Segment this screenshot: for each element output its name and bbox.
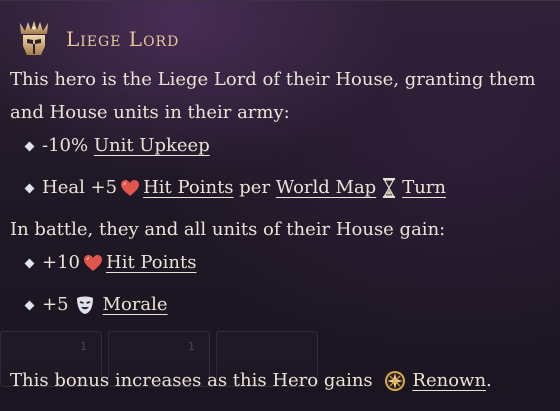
world-map-link[interactable]: World Map bbox=[276, 173, 376, 203]
bonus-prefix: -10% bbox=[42, 135, 89, 156]
liege-lord-tooltip: 1 1 Liege Lord This hero is the Liege Lo… bbox=[0, 0, 560, 411]
bonus-battle-morale: +5 Morale bbox=[24, 290, 168, 320]
footer-line: This bonus increases as this Hero gains … bbox=[10, 366, 492, 396]
bonus-battle-hp: +10 Hit Points bbox=[24, 248, 196, 278]
bonus-prefix: +5 bbox=[42, 294, 69, 315]
heart-icon bbox=[121, 180, 140, 196]
bonus-prefix: Heal +5 bbox=[42, 177, 118, 198]
compass-star-icon bbox=[385, 371, 406, 391]
bullet-diamond-icon bbox=[24, 258, 35, 268]
mask-icon bbox=[76, 296, 93, 314]
footer-suffix: . bbox=[486, 370, 492, 391]
description-line-1: This hero is the Liege Lord of their Hou… bbox=[10, 69, 536, 90]
heart-icon bbox=[84, 255, 102, 271]
hit-points-link[interactable]: Hit Points bbox=[143, 173, 233, 203]
hit-points-link[interactable]: Hit Points bbox=[106, 248, 196, 278]
tooltip-title: Liege Lord bbox=[66, 27, 180, 51]
per-text: per bbox=[239, 177, 271, 198]
renown-link[interactable]: Renown bbox=[412, 370, 486, 391]
morale-link[interactable]: Morale bbox=[103, 290, 168, 320]
bonus-heal: Heal +5 Hit Points per World Map Turn bbox=[24, 173, 446, 203]
footer-text: This bonus increases as this Hero gains bbox=[10, 370, 373, 391]
turn-link[interactable]: Turn bbox=[402, 173, 446, 203]
bonus-prefix: +10 bbox=[42, 252, 80, 273]
crowned-helm-icon bbox=[20, 21, 48, 55]
bullet-diamond-icon bbox=[24, 300, 35, 310]
bullet-diamond-icon bbox=[24, 183, 35, 193]
tooltip-header: Liege Lord bbox=[14, 19, 179, 59]
hourglass-icon bbox=[383, 178, 396, 198]
description-line-2: and House units in their army: bbox=[10, 102, 290, 123]
bullet-diamond-icon bbox=[24, 141, 35, 151]
unit-upkeep-link[interactable]: Unit Upkeep bbox=[94, 131, 210, 161]
bonus-unit-upkeep: -10% Unit Upkeep bbox=[24, 131, 210, 161]
battle-intro: In battle, they and all units of their H… bbox=[10, 219, 446, 240]
